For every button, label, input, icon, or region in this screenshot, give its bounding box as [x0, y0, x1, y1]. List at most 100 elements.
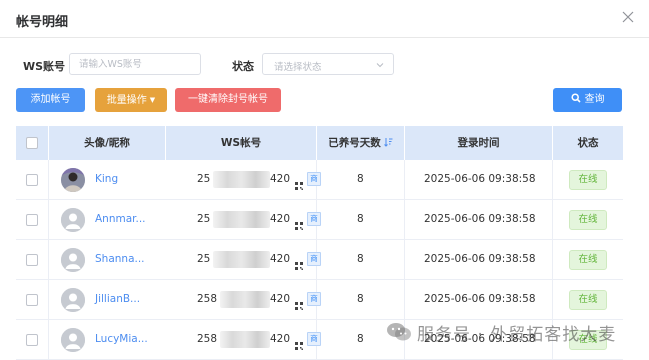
- batch-operation-label: 批量操作: [106, 95, 147, 106]
- watermark-text: 服务号 · 外贸拓客找大麦: [417, 325, 617, 345]
- header-select-cell: [16, 126, 49, 160]
- days-cell: 8: [317, 240, 405, 280]
- select-cell: [16, 240, 49, 280]
- select-cell: [16, 320, 49, 360]
- header-days[interactable]: 已养号天数: [317, 126, 405, 160]
- nickname-link[interactable]: Annmar...: [95, 213, 146, 225]
- header-avatar-nick: 头像/昵称: [49, 126, 166, 160]
- avatar: [61, 328, 85, 352]
- header-days-label: 已养号天数: [328, 137, 381, 149]
- ws-number-prefix: 25: [197, 173, 211, 185]
- ws-number-redaction: [213, 171, 270, 188]
- login-time-value: 2025-06-06 09:38:58: [424, 173, 536, 185]
- qr-code-icon[interactable]: [295, 175, 303, 190]
- days-value: 8: [357, 333, 364, 345]
- sort-icon[interactable]: [383, 137, 393, 147]
- add-account-button[interactable]: 添加帐号: [16, 88, 85, 112]
- status-badge: 在线: [569, 210, 607, 230]
- wechat-icon: [387, 323, 411, 341]
- login-time-cell: 2025-06-06 09:38:58: [405, 280, 553, 320]
- select-all-checkbox[interactable]: [26, 137, 38, 149]
- ws-number-redaction: [220, 331, 270, 348]
- qr-code-icon[interactable]: [295, 335, 303, 350]
- status-cell: 在线: [553, 200, 623, 240]
- days-cell: 8: [317, 200, 405, 240]
- table-row: King 25 420 商 8 2025-06-06 09:38:58 在线: [16, 160, 623, 200]
- dialog-title: 帐号明细: [16, 15, 69, 30]
- select-cell: [16, 160, 49, 200]
- header-status: 状态: [577, 137, 599, 149]
- header-login-time: 登录时间: [405, 126, 553, 160]
- ws-number-suffix: 420: [270, 333, 291, 345]
- avatar: [61, 248, 85, 272]
- status-select-placeholder: 请选择状态: [274, 62, 322, 73]
- table-row: JillianB... 258 420 商 8 2025-06-06 09:38:58 在线: [16, 280, 623, 320]
- days-value: 8: [357, 253, 364, 265]
- qr-code-icon[interactable]: [295, 295, 303, 310]
- days-value: 8: [357, 173, 364, 185]
- ws-number-suffix: 420: [270, 293, 291, 305]
- days-value: 8: [357, 293, 364, 305]
- qr-code-icon[interactable]: [295, 255, 303, 270]
- avatar: [61, 288, 85, 312]
- status-filter-label: 状态: [232, 60, 254, 73]
- row-checkbox[interactable]: [26, 214, 38, 226]
- row-checkbox[interactable]: [26, 294, 38, 306]
- nickname-link[interactable]: JillianB...: [95, 293, 140, 305]
- ws-account-cell: 258 420 商: [166, 320, 321, 360]
- ws-number-prefix: 25: [197, 253, 211, 265]
- nickname-link[interactable]: Shanna...: [95, 253, 145, 265]
- ws-search-input[interactable]: [69, 53, 201, 75]
- avatar: [61, 168, 85, 192]
- ws-account-cell: 25 420 商: [166, 160, 321, 200]
- days-cell: 8: [317, 280, 405, 320]
- login-time-value: 2025-06-06 09:38:58: [424, 253, 536, 265]
- ws-number-suffix: 420: [270, 253, 291, 265]
- table-row: Shanna... 25 420 商 8 2025-06-06 09:38:58 在线: [16, 240, 623, 280]
- status-select[interactable]: 请选择状态: [262, 53, 394, 75]
- login-time-cell: 2025-06-06 09:38:58: [405, 160, 553, 200]
- avatar: [61, 208, 85, 232]
- nickname-link[interactable]: King: [95, 173, 118, 185]
- ws-filter-label: WS账号: [23, 60, 66, 73]
- chevron-down-icon: [376, 63, 384, 68]
- search-button[interactable]: 查询: [553, 88, 622, 112]
- ws-account-cell: 25 420 商: [166, 200, 321, 240]
- ws-number-prefix: 258: [197, 293, 218, 305]
- ws-number-suffix: 420: [270, 173, 291, 185]
- ws-number-redaction: [213, 251, 270, 268]
- status-badge: 在线: [569, 170, 607, 190]
- row-checkbox[interactable]: [26, 334, 38, 346]
- close-icon[interactable]: [621, 10, 635, 24]
- login-time-value: 2025-06-06 09:38:58: [424, 213, 536, 225]
- ws-account-cell: 258 420 商: [166, 280, 321, 320]
- ws-number-suffix: 420: [270, 213, 291, 225]
- header-ws-account: WS帐号: [166, 126, 317, 160]
- ws-account-cell: 25 420 商: [166, 240, 321, 280]
- search-button-label: 查询: [584, 94, 605, 105]
- nickname-link[interactable]: LucyMia...: [95, 333, 148, 345]
- status-cell: 在线: [553, 160, 623, 200]
- row-checkbox[interactable]: [26, 174, 38, 186]
- clear-banned-button[interactable]: 一键清除封号帐号: [175, 88, 281, 112]
- login-time-value: 2025-06-06 09:38:58: [424, 293, 536, 305]
- select-cell: [16, 200, 49, 240]
- ws-number-redaction: [213, 211, 270, 228]
- login-time-cell: 2025-06-06 09:38:58: [405, 240, 553, 280]
- ws-number-redaction: [220, 291, 270, 308]
- row-checkbox[interactable]: [26, 254, 38, 266]
- status-badge: 在线: [569, 250, 607, 270]
- login-time-cell: 2025-06-06 09:38:58: [405, 200, 553, 240]
- days-cell: 8: [317, 160, 405, 200]
- ws-number-prefix: 25: [197, 213, 211, 225]
- batch-operation-button[interactable]: 批量操作 ▼: [95, 88, 167, 112]
- status-cell: 在线: [553, 280, 623, 320]
- days-value: 8: [357, 213, 364, 225]
- qr-code-icon[interactable]: [295, 215, 303, 230]
- status-badge: 在线: [569, 290, 607, 310]
- status-cell: 在线: [553, 240, 623, 280]
- dialog-header: 帐号明细: [0, 0, 649, 38]
- search-icon: [570, 93, 581, 103]
- ws-number-prefix: 258: [197, 333, 218, 345]
- select-cell: [16, 280, 49, 320]
